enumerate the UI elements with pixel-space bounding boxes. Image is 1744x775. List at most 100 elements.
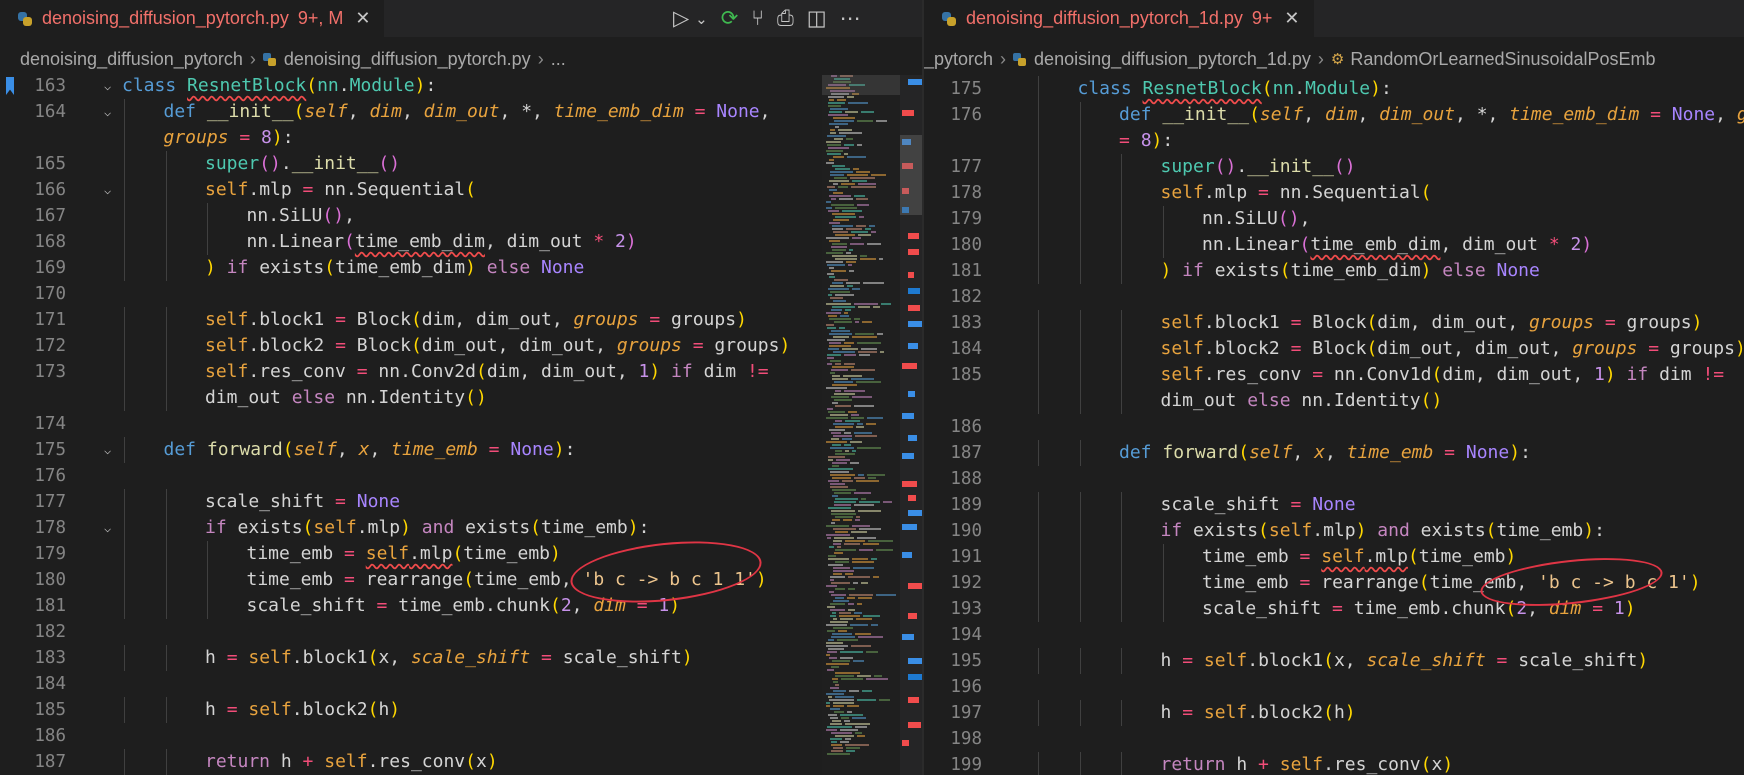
- code-line[interactable]: 186: [0, 723, 922, 749]
- code-token: nn: [246, 205, 269, 226]
- code-line[interactable]: 183 self.block1 = Block(dim, dim_out, gro…: [924, 310, 1744, 336]
- minimap-line: [844, 390, 865, 392]
- minimap[interactable]: [822, 75, 900, 775]
- code-line[interactable]: 166 ⌵ self.mlp = nn.Sequential(: [0, 177, 922, 203]
- left-active-tab[interactable]: denoising_diffusion_pytorch.py 9+, M ✕: [0, 0, 385, 37]
- fold-chevron-icon[interactable]: ⌵: [104, 515, 111, 541]
- minimap-line: [848, 102, 868, 104]
- code-line[interactable]: dim_out else nn.Identity(): [924, 388, 1744, 414]
- code-line[interactable]: 198: [924, 726, 1744, 752]
- code-token: ): [1509, 442, 1521, 463]
- code-line[interactable]: 197 h = self.block2(h): [924, 700, 1744, 726]
- minimap-slider[interactable]: [822, 75, 900, 95]
- code-line[interactable]: 180 time_emb = rearrange(time_emb, 'b c -…: [0, 567, 922, 593]
- breadcrumb-folder[interactable]: _pytorch: [924, 49, 993, 70]
- code-line[interactable]: 181) if exists(time_emb_dim) else None: [924, 258, 1744, 284]
- code-line[interactable]: 172 self.block2 = Block(dim_out, dim_out,…: [0, 333, 922, 359]
- minimap-line: [847, 285, 853, 287]
- code-line[interactable]: 163 ⌵ class ResnetBlock(nn.Module):: [0, 73, 922, 99]
- right-active-tab[interactable]: denoising_diffusion_pytorch_1d.py 9+ ✕: [924, 0, 1314, 37]
- code-line[interactable]: 176: [0, 463, 922, 489]
- code-line[interactable]: 179 time_emb = self.mlp(time_emb): [0, 541, 922, 567]
- code-line[interactable]: 175 ⌵ def forward(self, x, time_emb = None…: [0, 437, 922, 463]
- indent-guide: [165, 307, 167, 333]
- code-line[interactable]: 168 nn.Linear(time_emb_dim, dim_out * 2): [0, 229, 922, 255]
- code-line[interactable]: 177 super().__init__(): [924, 154, 1744, 180]
- source-control-icon[interactable]: ⑂: [751, 7, 764, 31]
- run-dropdown-icon[interactable]: ⌄: [695, 10, 708, 28]
- code-text: self.block2 = Block(dim_out, dim_out, gr…: [1161, 336, 1744, 362]
- breadcrumb-more[interactable]: ...: [551, 49, 566, 70]
- code-editor[interactable]: 163 ⌵ class ResnetBlock(nn.Module): 164 ⌵ def…: [0, 75, 922, 775]
- code-line[interactable]: 194: [924, 622, 1744, 648]
- code-line[interactable]: 195 h = self.block1(x, scale_shift = scal…: [924, 648, 1744, 674]
- code-line[interactable]: 187 return h + self.res_conv(x): [0, 749, 922, 775]
- close-icon[interactable]: ✕: [1284, 8, 1299, 29]
- code-line[interactable]: 189 scale_shift = None: [924, 492, 1744, 518]
- debug-icon[interactable]: ⟳: [721, 6, 739, 31]
- code-line[interactable]: 178 ⌵ if exists(self.mlp) and exists(time_…: [0, 515, 922, 541]
- code-line[interactable]: 187 def forward(self, x, time_emb = None)…: [924, 440, 1744, 466]
- breadcrumb-symbol[interactable]: RandomOrLearnedSinusoidalPosEmb: [1350, 49, 1655, 70]
- run-icon[interactable]: ▷: [673, 6, 689, 31]
- scrollbar-thumb[interactable]: [900, 135, 922, 215]
- more-actions-icon[interactable]: ⋯: [840, 6, 861, 31]
- fold-chevron-icon[interactable]: ⌵: [104, 73, 111, 99]
- indent-guide: [124, 541, 125, 567]
- code-token: .res_conv: [248, 361, 357, 382]
- code-line[interactable]: = 8):: [924, 128, 1744, 154]
- minimap-line: [842, 348, 858, 350]
- close-icon[interactable]: ✕: [355, 8, 370, 29]
- minimap-line: [828, 210, 839, 212]
- breadcrumb-folder[interactable]: denoising_diffusion_pytorch: [20, 49, 243, 70]
- code-line[interactable]: 170: [0, 281, 922, 307]
- minimap-line: [840, 657, 853, 659]
- code-line[interactable]: 184 self.block2 = Block(dim_out, dim_out,…: [924, 336, 1744, 362]
- code-line[interactable]: 190 if exists(self.mlp) and exists(time_e…: [924, 518, 1744, 544]
- code-line[interactable]: 185 self.res_conv = nn.Conv1d(dim, dim_ou…: [924, 362, 1744, 388]
- indent-guide: [1121, 700, 1122, 726]
- code-line[interactable]: 175 class ResnetBlock(nn.Module):: [924, 76, 1744, 102]
- code-line[interactable]: 185 h = self.block2(h): [0, 697, 922, 723]
- vertical-scrollbar[interactable]: [900, 75, 922, 775]
- minimap-line: [826, 162, 834, 164]
- code-line[interactable]: 178 self.mlp = nn.Sequential(: [924, 180, 1744, 206]
- code-line[interactable]: 179 nn.SiLU(),: [924, 206, 1744, 232]
- code-line[interactable]: 182: [924, 284, 1744, 310]
- fold-chevron-icon[interactable]: ⌵: [104, 99, 111, 125]
- code-line[interactable]: 182: [0, 619, 922, 645]
- code-token: ,: [1357, 104, 1380, 125]
- code-line[interactable]: dim_out else nn.Identity(): [0, 385, 922, 411]
- fold-chevron-icon[interactable]: ⌵: [104, 177, 111, 203]
- code-line[interactable]: 181 scale_shift = time_emb.chunk(2, dim =…: [0, 593, 922, 619]
- code-line[interactable]: 165 super().__init__(): [0, 151, 922, 177]
- code-line[interactable]: 169) if exists(time_emb_dim) else None: [0, 255, 922, 281]
- code-line[interactable]: 188: [924, 466, 1744, 492]
- breadcrumb-file[interactable]: denoising_diffusion_pytorch_1d.py: [1034, 49, 1311, 70]
- code-line[interactable]: 180 nn.Linear(time_emb_dim, dim_out * 2): [924, 232, 1744, 258]
- fold-chevron-icon[interactable]: ⌵: [104, 437, 111, 463]
- minimap-line: [866, 678, 888, 680]
- minimap-line: [827, 357, 834, 359]
- code-line[interactable]: 177 scale_shift = None: [0, 489, 922, 515]
- split-editor-icon[interactable]: ◫: [807, 6, 827, 31]
- code-line[interactable]: 199 return h + self.res_conv(x): [924, 752, 1744, 775]
- code-line[interactable]: 186: [924, 414, 1744, 440]
- code-line[interactable]: 183 h = self.block1(x, scale_shift = scal…: [0, 645, 922, 671]
- code-line[interactable]: 174: [0, 411, 922, 437]
- code-editor[interactable]: 175 class ResnetBlock(nn.Module): 176 def _…: [924, 75, 1744, 775]
- code-line[interactable]: 176 def __init__(self, dim, dim_out, *, t…: [924, 102, 1744, 128]
- code-line[interactable]: groups = 8):: [0, 125, 922, 151]
- code-line[interactable]: 193 scale_shift = time_emb.chunk(2, dim =…: [924, 596, 1744, 622]
- minimap-line: [844, 432, 851, 434]
- code-line[interactable]: 196: [924, 674, 1744, 700]
- code-line[interactable]: 184: [0, 671, 922, 697]
- code-line[interactable]: 173 self.res_conv = nn.Conv2d(dim, dim_ou…: [0, 359, 922, 385]
- breadcrumb-file[interactable]: denoising_diffusion_pytorch.py: [284, 49, 531, 70]
- code-line[interactable]: 167 nn.SiLU(),: [0, 203, 922, 229]
- print-icon[interactable]: ⎙: [777, 7, 794, 31]
- code-token: :: [282, 127, 294, 148]
- code-line[interactable]: 171 self.block1 = Block(dim, dim_out, gro…: [0, 307, 922, 333]
- code-line[interactable]: 164 ⌵ def __init__(self, dim, dim_out, *, …: [0, 99, 922, 125]
- code-token: scale_shift: [1202, 598, 1333, 619]
